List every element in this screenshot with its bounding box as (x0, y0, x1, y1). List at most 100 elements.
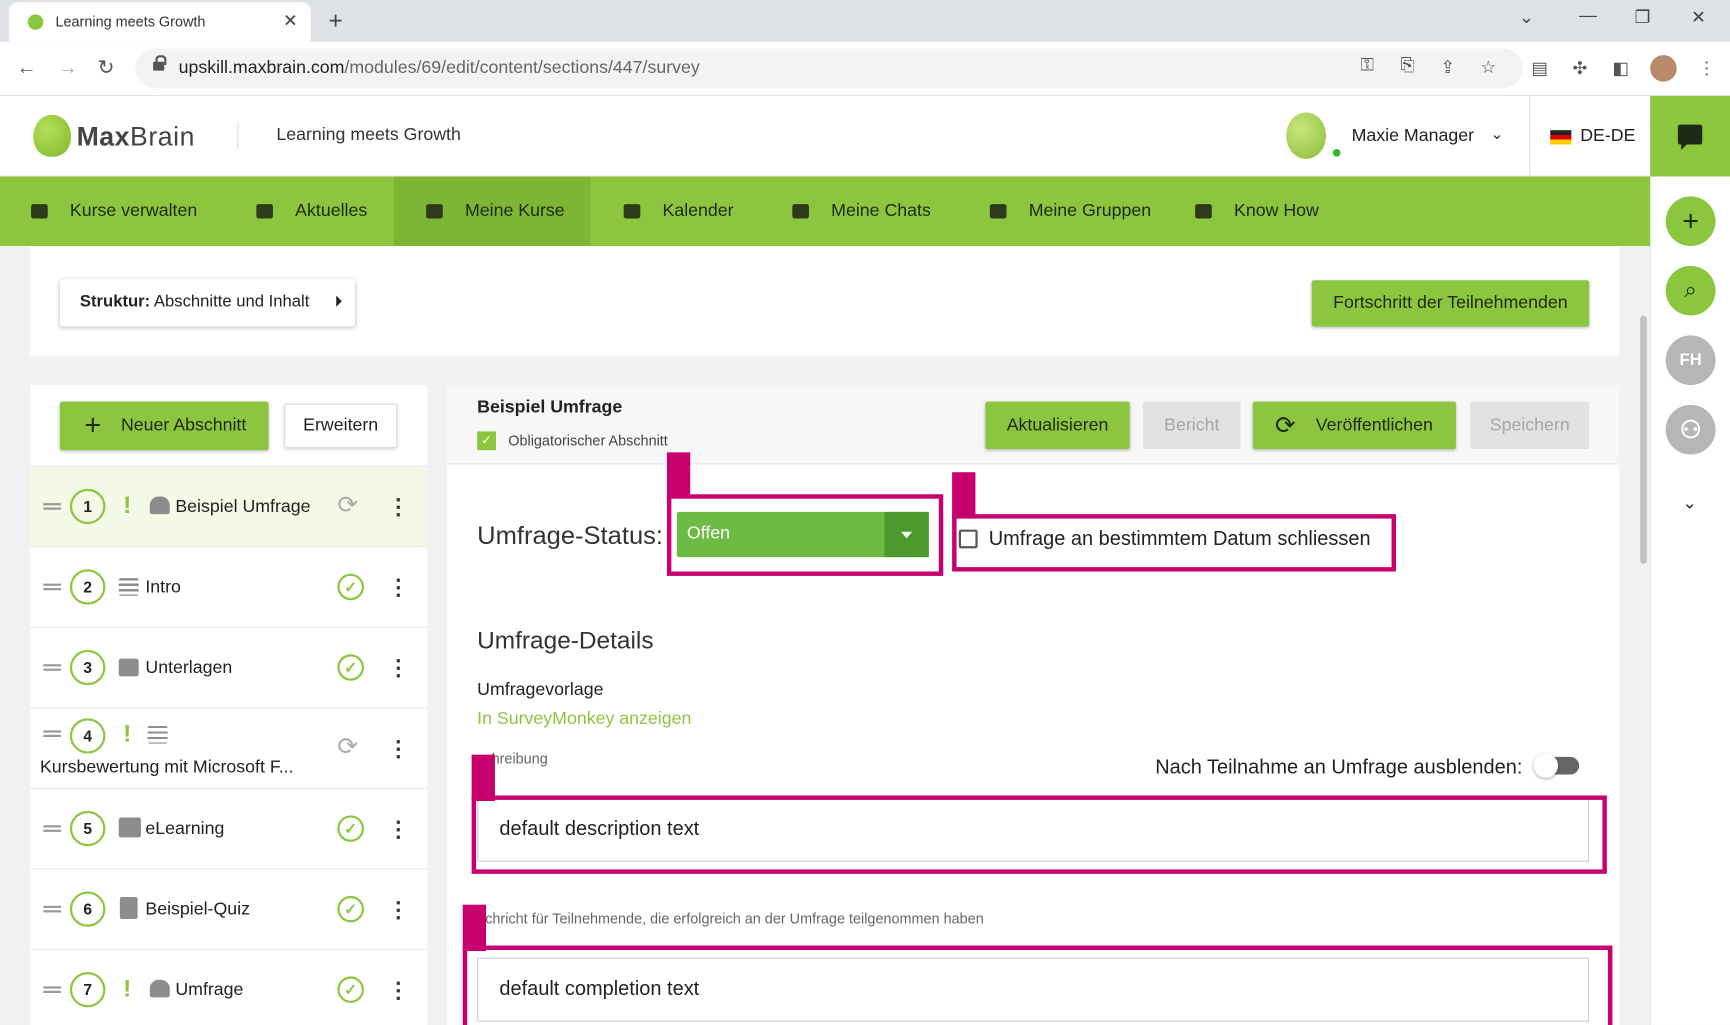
update-button[interactable]: Aktualisieren (985, 401, 1130, 450)
sync-icon[interactable]: ⟳ (337, 733, 357, 762)
drag-handle-icon[interactable] (43, 583, 62, 591)
more-options-icon[interactable]: ⋮ (387, 493, 409, 521)
chat-icon (792, 204, 809, 219)
drag-handle-icon[interactable] (43, 664, 62, 671)
nav-kalender[interactable]: Kalender (590, 177, 759, 247)
user-initials-avatar[interactable]: FH (1665, 335, 1716, 386)
drag-handle-icon[interactable] (43, 730, 62, 738)
user-avatar[interactable] (1286, 112, 1327, 159)
section-row[interactable]: 1 ! Beispiel Umfrage ⟳ ⋮ (29, 465, 428, 547)
bookmark-star-icon[interactable]: ☆ (1480, 56, 1496, 78)
section-row[interactable]: 2 Intro ✓ ⋮ (29, 546, 428, 627)
more-options-icon[interactable]: ⋮ (387, 976, 409, 1004)
puzzle-icon[interactable]: ✣ (1572, 57, 1587, 79)
key-icon[interactable]: ⚿ (1360, 56, 1374, 76)
chevron-down-icon[interactable]: ⌄ (1682, 492, 1697, 514)
people-icon: ⚇ (1679, 415, 1702, 443)
sections-panel: + Neuer Abschnitt Erweitern 1 ! Beispiel… (29, 385, 428, 1025)
mandatory-icon: ! (123, 974, 132, 1002)
nav-know-how[interactable]: Know How (1154, 177, 1343, 247)
language-selector[interactable]: DE-DE (1580, 127, 1635, 147)
extension-icon[interactable]: ▤ (1531, 57, 1548, 79)
section-row[interactable]: 3 Unterlagen ✓ ⋮ (29, 626, 428, 708)
drag-handle-icon[interactable] (43, 986, 62, 993)
more-options-icon[interactable]: ⋮ (387, 654, 409, 682)
publish-button[interactable]: ⟳ Veröffentlichen (1252, 401, 1456, 450)
survey-icon (149, 496, 170, 515)
more-options-icon[interactable]: ⋮ (387, 896, 409, 924)
browser-tab[interactable]: Learning meets Growth ✕ (8, 2, 311, 42)
text-icon (118, 578, 139, 596)
nav-meine-gruppen[interactable]: Meine Gruppen (957, 177, 1155, 247)
sync-icon[interactable]: ⟳ (337, 491, 357, 520)
toggle-knob (1533, 753, 1559, 778)
drag-handle-icon[interactable] (43, 825, 62, 832)
section-heading: Beispiel Umfrage (477, 398, 623, 418)
caret-right-icon (336, 295, 342, 307)
section-row[interactable]: 7 ! Umfrage ✓ ⋮ (29, 948, 428, 1025)
divider (237, 122, 239, 149)
restore-icon[interactable]: ❐ (1635, 7, 1651, 29)
brand-logo[interactable]: MaxBrain (77, 122, 195, 153)
news-icon (256, 204, 273, 219)
section-title: Umfrage (175, 980, 244, 1000)
close-window-icon[interactable]: ✕ (1691, 7, 1706, 29)
lock-icon[interactable] (153, 55, 167, 73)
translate-icon[interactable]: ⎘ (1400, 56, 1414, 76)
mandatory-icon: ! (123, 490, 132, 519)
brain-logo-icon (33, 114, 72, 157)
nav-kurse-verwalten[interactable]: Kurse verwalten (0, 177, 227, 247)
nav-meine-kurse[interactable]: Meine Kurse (393, 176, 591, 247)
check-icon: ✓ (337, 815, 364, 842)
hide-after-toggle[interactable] (1533, 753, 1580, 778)
hide-after-label: Nach Teilnahme an Umfrage ausblenden: (1155, 755, 1523, 778)
scrollbar-thumb[interactable] (1640, 315, 1647, 564)
chat-button[interactable] (1650, 95, 1730, 177)
scrollbar[interactable] (1636, 246, 1651, 1025)
section-title: eLearning (145, 819, 225, 839)
close-tab-icon[interactable]: ✕ (283, 10, 298, 32)
team-button[interactable]: ⚇ (1665, 404, 1716, 455)
address-input[interactable]: upskill.maxbrain.com/modules/69/edit/con… (135, 48, 1523, 89)
section-row[interactable]: 5 eLearning ✓ ⋮ (29, 787, 428, 869)
more-options-icon[interactable]: ⋮ (387, 735, 409, 763)
section-number: 2 (69, 569, 106, 605)
section-row[interactable]: 6 Beispiel-Quiz ✓ ⋮ (29, 868, 428, 949)
side-panel-icon[interactable]: ◧ (1612, 57, 1629, 79)
nav-aktuelles[interactable]: Aktuelles (227, 177, 393, 247)
user-menu[interactable]: Maxie Manager (1352, 127, 1474, 147)
minimize-icon[interactable]: — (1579, 7, 1597, 27)
new-section-button[interactable]: + Neuer Abschnitt (59, 401, 269, 451)
mandatory-checkbox[interactable]: ✓ (477, 431, 497, 451)
graduation-cap-icon (426, 204, 443, 219)
section-row[interactable]: 4 ! Kursbewertung mit Microsoft F... ⟳ ⋮ (29, 707, 428, 788)
section-title: Kursbewertung mit Microsoft F... (39, 757, 294, 777)
expand-button[interactable]: Erweitern (284, 403, 398, 448)
more-options-icon[interactable]: ⋮ (387, 574, 409, 602)
editor-header: Beispiel Umfrage ✓ Obligatorischer Absch… (447, 385, 1620, 465)
nav-meine-chats[interactable]: Meine Chats (759, 177, 957, 247)
structure-button[interactable]: Struktur: Abschnitte und Inhalt (59, 279, 356, 327)
back-icon[interactable]: ← (17, 56, 37, 79)
section-number: 1 (69, 488, 106, 525)
reload-icon[interactable]: ↻ (98, 56, 115, 79)
drag-handle-icon[interactable] (43, 905, 62, 913)
favicon-icon (27, 14, 44, 30)
share-icon[interactable]: ⇪ (1440, 56, 1455, 78)
participant-progress-button[interactable]: Fortschritt der Teilnehmenden (1311, 280, 1590, 327)
new-tab-icon[interactable]: + (328, 7, 342, 36)
add-button[interactable]: + (1665, 196, 1716, 247)
profile-avatar[interactable] (1650, 55, 1677, 82)
forward-icon[interactable]: → (58, 56, 78, 79)
annotation-box (462, 945, 1613, 1025)
drag-handle-icon[interactable] (43, 503, 62, 510)
surveymonkey-link[interactable]: In SurveyMonkey anzeigen (477, 709, 691, 729)
tab-search-icon[interactable]: ⌄ (1519, 7, 1534, 29)
search-button[interactable]: ⌕ (1665, 265, 1716, 316)
more-options-icon[interactable]: ⋮ (387, 815, 409, 843)
chevron-down-icon[interactable]: ⌄ (1490, 125, 1503, 144)
mandatory-icon: ! (123, 719, 132, 747)
browser-menu-icon[interactable]: ⋮ (1698, 57, 1716, 79)
save-button[interactable]: Speichern (1470, 401, 1590, 450)
report-button[interactable]: Bericht (1142, 401, 1241, 450)
